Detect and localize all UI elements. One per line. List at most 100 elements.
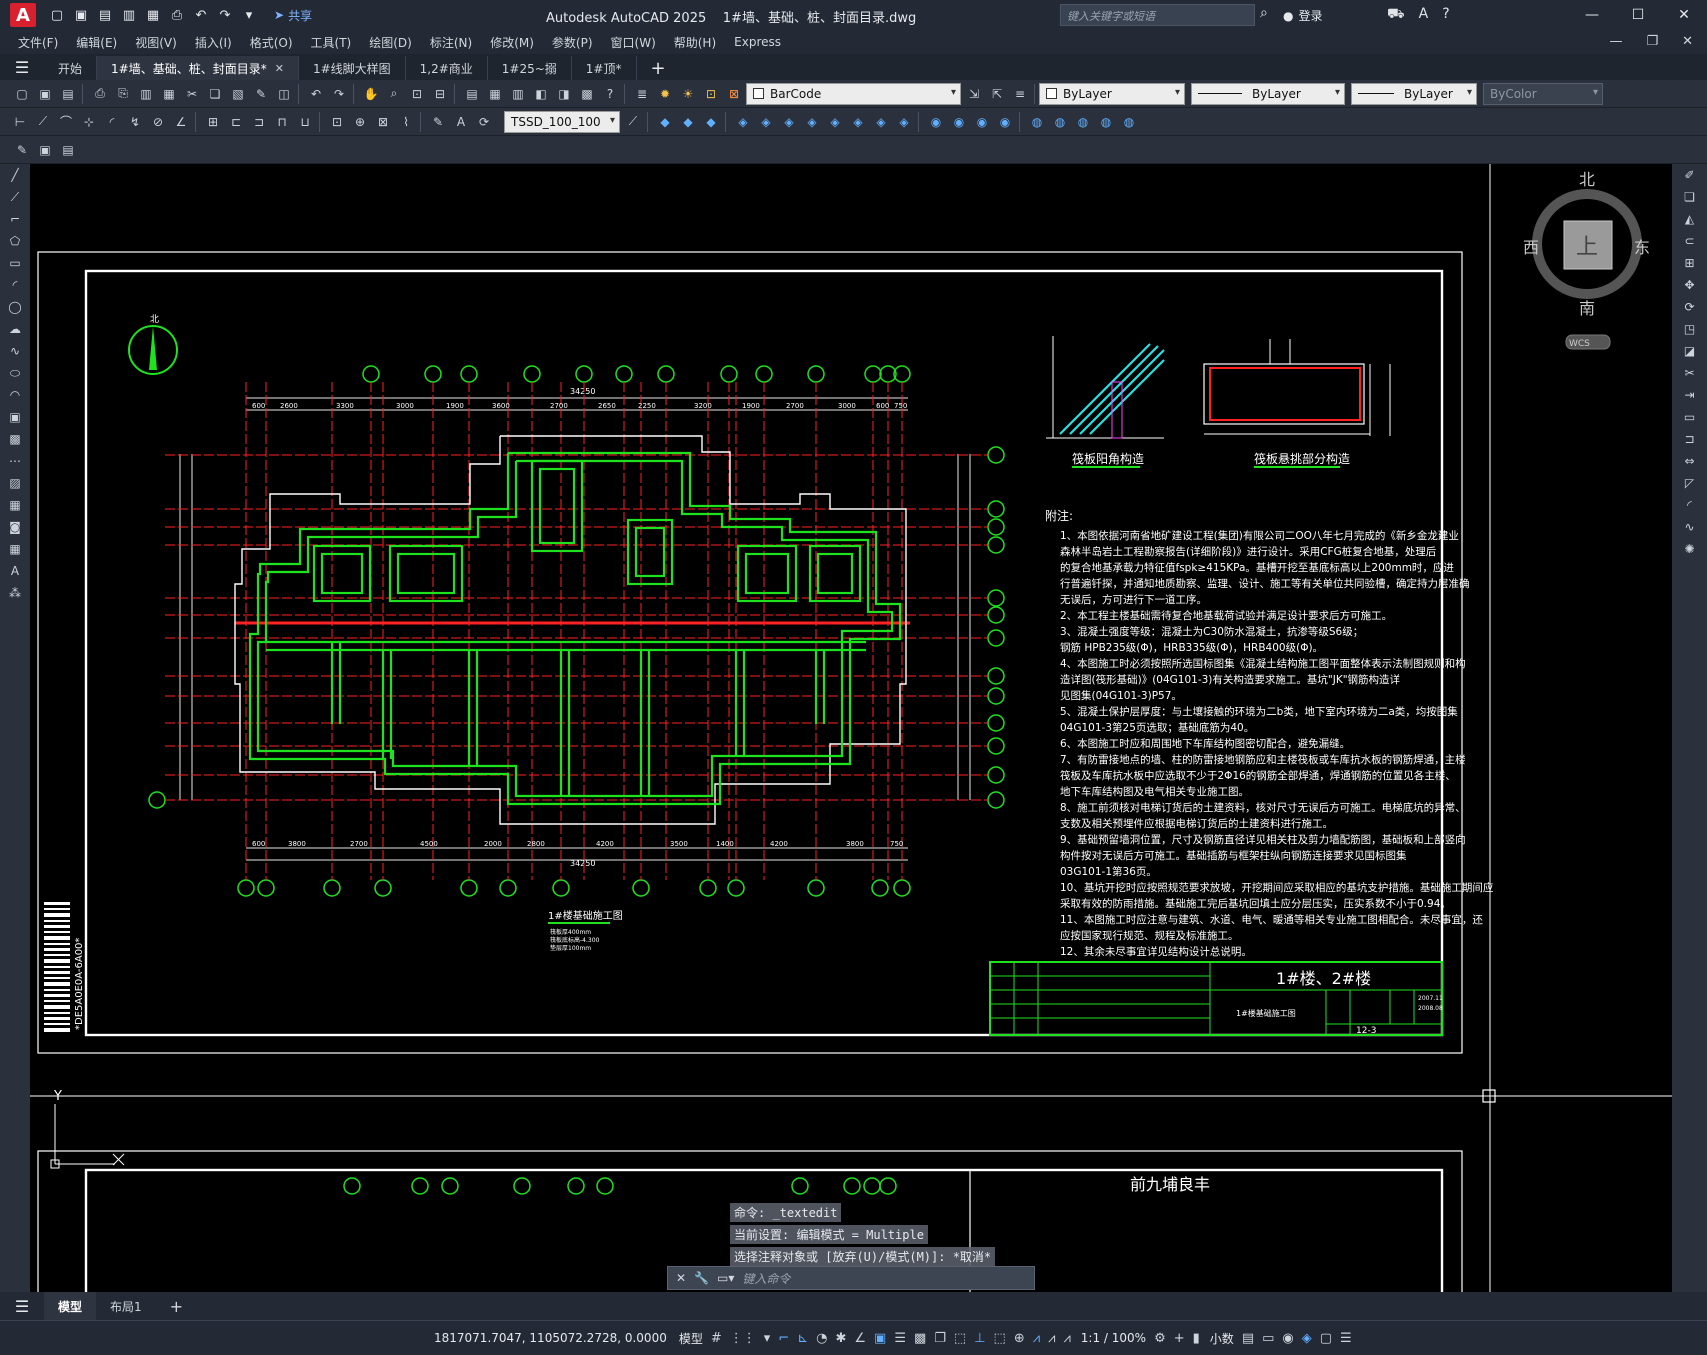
tab-model[interactable]: 模型: [44, 1292, 97, 1320]
add-layout-icon[interactable]: +: [156, 1292, 197, 1320]
annotation-monitor-icon[interactable]: +: [1174, 1331, 1185, 1346]
login-button[interactable]: ● 登录: [1283, 7, 1323, 24]
layer-unlock-icon[interactable]: ⊠: [724, 84, 744, 104]
ellipse-icon[interactable]: ⬭: [0, 362, 30, 384]
3d-rotate-icon[interactable]: ◍: [1073, 112, 1093, 132]
cart-icon[interactable]: ⛟: [1387, 6, 1405, 24]
menu-help[interactable]: 帮助(H): [674, 34, 716, 51]
polar-icon[interactable]: ◔: [816, 1331, 827, 1346]
intersect-icon[interactable]: ◈: [871, 112, 891, 132]
spline-icon[interactable]: ∿: [0, 340, 30, 362]
new-tab-icon[interactable]: +: [637, 56, 680, 80]
wedge-icon[interactable]: ◆: [678, 112, 698, 132]
menu-view[interactable]: 视图(V): [135, 34, 177, 51]
cone-icon[interactable]: ◆: [701, 112, 721, 132]
qnew-icon[interactable]: ▢: [12, 84, 32, 104]
erase-icon[interactable]: ✐: [1672, 164, 1707, 186]
dim-edit-icon[interactable]: ✎: [428, 112, 448, 132]
undo-icon[interactable]: ↶: [306, 84, 326, 104]
jogged-linear-icon[interactable]: ⌇: [396, 112, 416, 132]
dim-baseline-icon[interactable]: ⊏: [226, 112, 246, 132]
3dprint-icon[interactable]: ▦: [159, 84, 179, 104]
linetype-dropdown[interactable]: ByLayer ▾: [1191, 82, 1345, 105]
search-icon[interactable]: ⌕: [1260, 5, 1268, 21]
sheet-set-icon[interactable]: ◧: [531, 84, 551, 104]
gradient-icon[interactable]: ▦: [0, 494, 30, 516]
dim-radius-icon[interactable]: ◜: [102, 112, 122, 132]
break-icon[interactable]: ⊐: [1672, 428, 1707, 450]
quick-properties-icon[interactable]: ▤: [1242, 1331, 1254, 1346]
lock-ui-icon[interactable]: ▭: [1262, 1331, 1274, 1346]
plot-icon[interactable]: ⎙: [90, 84, 110, 104]
loft-icon[interactable]: ◈: [802, 112, 822, 132]
maximize-icon[interactable]: ☐: [1615, 0, 1661, 30]
coordinates-readout[interactable]: 1817071.7047, 1105072.2728, 0.0000: [434, 1331, 667, 1345]
dim-update-icon[interactable]: ⟳: [474, 112, 494, 132]
dim-aligned-icon[interactable]: ⟋: [33, 112, 53, 132]
autodesk-account-icon[interactable]: A: [1419, 6, 1429, 24]
annotation-visibility-icon[interactable]: ⩘: [1033, 1331, 1040, 1346]
menu-insert[interactable]: 插入(I): [195, 34, 232, 51]
drawing-canvas[interactable]: 北 34250 34250 600 2600 3300 3000 1900 36…: [30, 164, 1672, 1292]
command-prompt-icon[interactable]: ▭▾: [717, 1271, 734, 1285]
tab-close-icon[interactable]: ✕: [275, 62, 284, 75]
construction-line-icon[interactable]: ⟋: [0, 186, 30, 208]
layer-properties-icon[interactable]: ≣: [632, 84, 652, 104]
layer-on-icon[interactable]: ✹: [655, 84, 675, 104]
menu-dimension[interactable]: 标注(N): [430, 34, 472, 51]
trim-icon[interactable]: ✂: [1672, 362, 1707, 384]
interfere-icon[interactable]: ◉: [972, 112, 992, 132]
circle-icon[interactable]: ◯: [0, 296, 30, 318]
box-icon[interactable]: ◆: [655, 112, 675, 132]
zoom-realtime-icon[interactable]: ⌕: [384, 84, 404, 104]
pan-icon[interactable]: ✋: [361, 84, 381, 104]
share-button[interactable]: ➤ 共享: [274, 7, 312, 24]
auto-scale-icon[interactable]: ⩘: [1048, 1331, 1055, 1346]
properties-icon[interactable]: ▤: [462, 84, 482, 104]
extrude-icon[interactable]: ◈: [733, 112, 753, 132]
command-line[interactable]: ✕ 🔧 ▭▾ 键入命令: [667, 1266, 1035, 1290]
menu-window[interactable]: 窗口(W): [611, 34, 656, 51]
dim-ordinate-icon[interactable]: ⊹: [79, 112, 99, 132]
doc-restore-icon[interactable]: ❐: [1646, 34, 1658, 49]
search-input[interactable]: 键入关键字或短语: [1060, 4, 1255, 26]
dim-arc-icon[interactable]: ⌒: [56, 112, 76, 132]
make-block-icon[interactable]: ▩: [0, 428, 30, 450]
grid-icon[interactable]: #: [711, 1331, 722, 1346]
snap-icon[interactable]: ⋮⋮: [730, 1331, 756, 1346]
center-mark-icon[interactable]: ⊕: [350, 112, 370, 132]
zoom-previous-icon[interactable]: ⊟: [430, 84, 450, 104]
mtext-icon[interactable]: A: [0, 560, 30, 582]
help-icon[interactable]: ?: [1442, 6, 1449, 24]
selection-cycling-icon[interactable]: ❐: [934, 1331, 946, 1346]
tab-layout1[interactable]: 布局1: [96, 1292, 156, 1320]
make-current-layer-icon[interactable]: ⇲: [964, 84, 984, 104]
copy-icon[interactable]: ❏: [1672, 186, 1707, 208]
selection-filter-icon[interactable]: ⬚: [994, 1331, 1006, 1346]
edit-tool-icon[interactable]: ✎: [12, 140, 32, 160]
dynamic-input-icon[interactable]: ⌐: [778, 1331, 789, 1346]
section-icon[interactable]: ◉: [995, 112, 1015, 132]
hardware-acceleration-icon[interactable]: ◈: [1302, 1331, 1312, 1346]
fillet-icon[interactable]: ◜: [1672, 494, 1707, 516]
redo-icon[interactable]: ↷: [216, 6, 234, 24]
inspect-icon[interactable]: ⊠: [373, 112, 393, 132]
point-icon[interactable]: ⋯: [0, 450, 30, 472]
layer-lock-icon[interactable]: ⊡: [701, 84, 721, 104]
3d-osnap-icon[interactable]: ⬚: [954, 1331, 966, 1346]
tab-drawing[interactable]: 1#线脚大样图: [299, 56, 406, 80]
dim-break-icon[interactable]: ⊔: [295, 112, 315, 132]
break-at-point-icon[interactable]: ▭: [1672, 406, 1707, 428]
thicken-icon[interactable]: ◉: [949, 112, 969, 132]
annotation-scale-icon[interactable]: ⩘: [1063, 1331, 1070, 1346]
gizmo-icon[interactable]: ⊕: [1014, 1331, 1025, 1346]
design-center-icon[interactable]: ▦: [485, 84, 505, 104]
menu-draw[interactable]: 绘图(D): [369, 34, 412, 51]
tool-palettes-icon[interactable]: ▥: [508, 84, 528, 104]
lineweight-dropdown[interactable]: ByLayer ▾: [1351, 82, 1477, 105]
save-icon[interactable]: ▤: [58, 84, 78, 104]
sweep-icon[interactable]: ◈: [779, 112, 799, 132]
dim-space-icon[interactable]: ⊓: [272, 112, 292, 132]
layer-freeze-icon[interactable]: ☀: [678, 84, 698, 104]
revolve-icon[interactable]: ◈: [756, 112, 776, 132]
